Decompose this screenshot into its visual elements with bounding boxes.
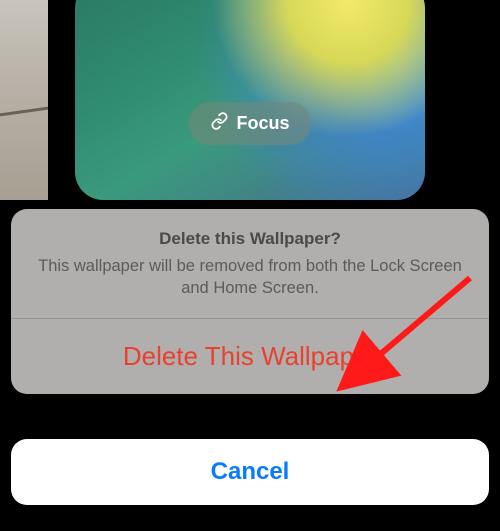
link-icon: [210, 112, 228, 135]
focus-link-pill[interactable]: Focus: [188, 102, 311, 145]
focus-pill-label: Focus: [236, 113, 289, 134]
action-sheet-header: Delete this Wallpaper? This wallpaper wi…: [11, 209, 489, 318]
action-sheet: Delete this Wallpaper? This wallpaper wi…: [11, 209, 489, 394]
wallpaper-preview-current: Focus: [75, 0, 425, 200]
action-sheet-message: This wallpaper will be removed from both…: [33, 255, 467, 300]
cancel-button[interactable]: Cancel: [11, 439, 489, 505]
wallpaper-preview-adjacent: [0, 0, 48, 200]
action-sheet-title: Delete this Wallpaper?: [33, 229, 467, 249]
delete-wallpaper-button[interactable]: Delete This Wallpaper: [11, 319, 489, 394]
cancel-button-label: Cancel: [211, 458, 290, 486]
